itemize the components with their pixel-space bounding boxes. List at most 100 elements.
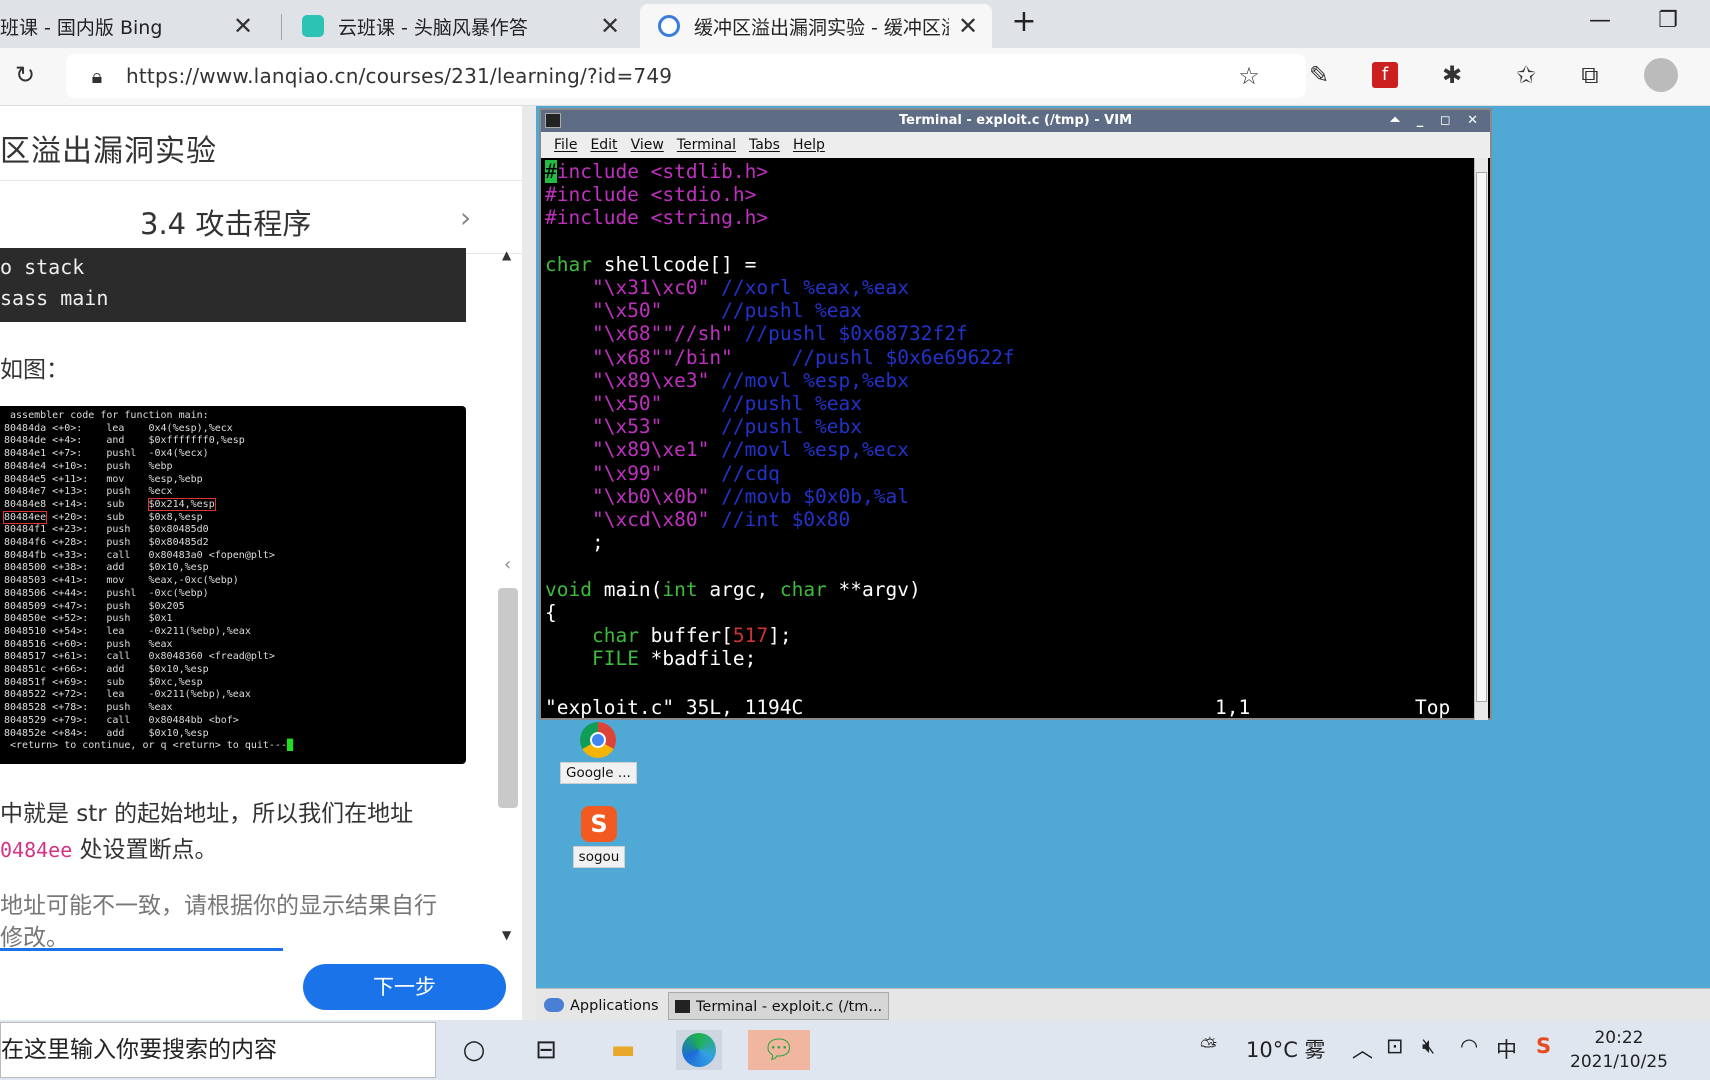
show-hidden-icons-icon[interactable]: ︿ [1352, 1034, 1373, 1064]
chrome-icon [580, 722, 616, 758]
close-icon[interactable]: ✕ [954, 12, 982, 40]
weather-text[interactable]: 10°C 雾 [1246, 1034, 1326, 1064]
task-view-icon[interactable]: ⊟ [526, 1030, 566, 1070]
terminal-titlebar[interactable]: Terminal - exploit.c (/tmp) - VIM ⏶ _ ◻ … [541, 110, 1490, 132]
wifi-icon[interactable]: ◠ [1460, 1034, 1478, 1058]
cortana-icon[interactable]: ○ [454, 1030, 494, 1070]
close-icon[interactable]: ✕ [229, 12, 257, 40]
search-placeholder: 在这里输入你要搜索的内容 [1, 1037, 277, 1063]
screen: 班课 - 国内版 Bing ✕ 云班课 - 头脑风暴作答 ✕ 缓冲区溢出漏洞实验… [0, 0, 1710, 1080]
gdb-line: 80484da <+0>: lea 0x4(%esp),%ecx [4, 422, 233, 434]
gdb-line: 80484fb <+33>: call 0x80483a0 <fopen@plt… [4, 549, 275, 561]
tab-separator [281, 14, 282, 40]
gdb-line: 8048529 <+79>: call 0x80484bb <bof> [4, 714, 239, 726]
chevron-right-icon[interactable]: › [460, 201, 471, 234]
gdb-line: 8048500 <+38>: add $0x10,%esp [4, 562, 209, 574]
restore-icon[interactable]: ❐ [1648, 8, 1688, 33]
taskbar-item-terminal[interactable]: Terminal - exploit.c (/tm... [668, 992, 890, 1020]
scrollbar-thumb[interactable] [498, 588, 518, 808]
address-paragraph: 中就是 str 的起始地址，所以我们在地址 [0, 801, 414, 827]
vim-file-info: "exploit.c" 35L, 1194C [545, 696, 804, 719]
gdb-line: 80484e8 <+14>: sub $0x214,%esp [4, 497, 216, 511]
tab-title: 云班课 - 头脑风暴作答 [338, 16, 528, 39]
volume-muted-icon[interactable]: 🔇︎ [1422, 1034, 1435, 1059]
read-aloud-icon[interactable]: ✎ [1303, 60, 1335, 90]
extensions-icon[interactable]: ✱ [1436, 60, 1468, 90]
favorites-icon[interactable]: ✩ [1510, 60, 1542, 90]
scroll-up-icon[interactable]: ▲ [502, 248, 511, 262]
close-icon[interactable]: ✕ [596, 12, 624, 40]
gdb-line: 8048528 <+78>: push %eax [4, 702, 173, 714]
url-field[interactable]: 🔒︎ https://www.lanqiao.cn/courses/231/le… [66, 54, 1306, 98]
terminal-scrollbar[interactable] [1474, 158, 1488, 720]
gdb-line: 8048510 <+54>: lea -0x211(%ebp),%eax [4, 625, 251, 637]
refresh-icon[interactable]: ↻ [10, 60, 40, 90]
desktop-icon-google-chrome[interactable]: Google ... [560, 722, 637, 784]
menu-help[interactable]: Help [793, 137, 825, 153]
wechat-icon[interactable]: 💬︎ [748, 1030, 810, 1070]
next-step-button[interactable]: 下一步 [303, 964, 506, 1010]
tab-title: 缓冲区溢出漏洞实验 - 缓冲区溢出 [694, 16, 949, 39]
tab-buffer-overflow[interactable]: 缓冲区溢出漏洞实验 - 缓冲区溢出 ✕ [640, 4, 992, 48]
flash-icon[interactable]: f [1372, 62, 1398, 88]
window-controls[interactable]: ⏶ _ ◻ ✕ [1390, 110, 1484, 132]
vim-cursor-position: 1,1 [1215, 696, 1251, 719]
taskbar-search-box[interactable]: 在这里输入你要搜索的内容 [0, 1022, 436, 1078]
menu-file[interactable]: File [554, 137, 577, 153]
collections-icon[interactable]: ⧉ [1574, 60, 1606, 90]
gdb-line: assembler code for function main: [4, 410, 209, 421]
gdb-line: 8048503 <+41>: mov %eax,-0xc(%ebp) [4, 575, 239, 587]
inline-code-address: 0484ee [0, 838, 73, 862]
add-favorite-icon[interactable]: ☆ [1234, 61, 1264, 91]
gdb-screenshot: assembler code for function main: 80484da… [0, 406, 466, 764]
browser-tab-bar: 班课 - 国内版 Bing ✕ 云班课 - 头脑风暴作答 ✕ 缓冲区溢出漏洞实验… [0, 0, 1710, 48]
applications-menu[interactable]: Applications [544, 992, 659, 1020]
breakpoint-text: 处设置断点。 [72, 837, 218, 863]
scroll-down-icon[interactable]: ▼ [502, 928, 511, 942]
new-tab-button[interactable]: + [1004, 4, 1044, 39]
network-adapter-icon[interactable]: ⊡ [1386, 1034, 1404, 1058]
gdb-line: 8048506 <+44>: pushl -0xc(%ebp) [4, 587, 209, 599]
tab-bing[interactable]: 班课 - 国内版 Bing ✕ [0, 4, 267, 48]
breakpoint-paragraph: 0484ee 处设置断点。 [0, 830, 218, 864]
menu-edit[interactable]: Edit [590, 137, 617, 153]
content-scrollbar[interactable]: ▲ ▼ [498, 248, 520, 1020]
terminal-window[interactable]: Terminal - exploit.c (/tmp) - VIM ⏶ _ ◻ … [539, 108, 1492, 720]
pane-divider[interactable] [522, 106, 536, 1020]
gdb-line: 8048516 <+60>: push %eax [4, 638, 173, 650]
code-block: o stack sass main [0, 248, 466, 322]
minimize-icon[interactable]: — [1580, 8, 1620, 33]
address-bar-row: ↻ 🔒︎ https://www.lanqiao.cn/courses/231/… [0, 48, 1710, 106]
sogou-ime-icon[interactable]: S [1536, 1034, 1551, 1058]
figure-caption: 如图： [0, 357, 69, 383]
lock-icon[interactable]: 🔒︎ [84, 61, 110, 91]
url-text: https://www.lanqiao.cn/courses/231/learn… [126, 64, 673, 88]
windows-taskbar: 在这里输入你要搜索的内容 ○ ⊟ ▬ 💬︎ ⛅︎ 10°C 雾 ︿ ⊡ 🔇︎ ◠… [0, 1020, 1710, 1080]
gdb-line: 804852e <+84>: add $0x10,%esp [4, 727, 209, 739]
task-label: Terminal - exploit.c (/tm... [696, 999, 883, 1015]
gdb-line: 804851c <+66>: add $0x10,%esp [4, 664, 209, 676]
tab-mosoteach[interactable]: 云班课 - 头脑风暴作答 ✕ [284, 4, 634, 48]
menu-tabs[interactable]: Tabs [749, 137, 780, 153]
input-method-indicator[interactable]: 中 [1496, 1034, 1517, 1064]
course-title: 区溢出漏洞实验 [0, 134, 217, 169]
desktop-icon-sogou[interactable]: S sogou [561, 806, 637, 868]
collapse-panel-icon[interactable]: ‹ [504, 554, 511, 575]
vim-editor-text[interactable]: #include <stdlib.h> #include <stdio.h> #… [545, 160, 1470, 698]
profile-avatar[interactable] [1644, 58, 1678, 92]
file-explorer-icon[interactable]: ▬ [603, 1030, 643, 1070]
gdb-line: 80484e5 <+11>: mov %esp,%ebp [4, 473, 203, 485]
applications-icon [544, 998, 564, 1012]
gdb-line: 804851f <+69>: sub $0xc,%esp [4, 676, 203, 688]
system-clock[interactable]: 20:22 2021/10/25 [1570, 1026, 1668, 1074]
section-title: 3.4 攻击程序 [140, 207, 312, 241]
gdb-line: 80484e7 <+13>: push %ecx [4, 486, 173, 498]
edge-icon[interactable] [676, 1030, 722, 1070]
menu-terminal[interactable]: Terminal [677, 137, 736, 153]
menu-view[interactable]: View [631, 137, 664, 153]
weather-icon[interactable]: ⛅︎ [1200, 1034, 1217, 1059]
gdb-line: 804850e <+52>: push $0x1 [4, 613, 173, 625]
gdb-line: 80484f6 <+28>: push $0x80485d2 [4, 537, 209, 549]
scrollbar-thumb[interactable] [1476, 172, 1487, 702]
section-header[interactable]: 3.4 攻击程序 › [0, 180, 522, 254]
